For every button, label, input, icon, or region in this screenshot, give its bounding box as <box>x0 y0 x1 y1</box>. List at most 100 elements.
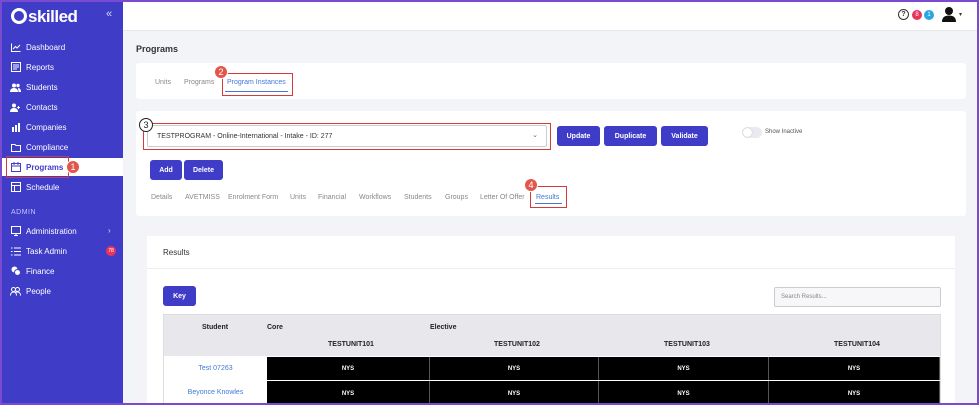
admin-section-label: ADMIN <box>11 209 37 216</box>
users-icon <box>10 82 21 92</box>
sidebar-item-label: Finance <box>26 266 55 276</box>
sidebar-item-students[interactable]: Students <box>0 78 123 96</box>
student-link[interactable]: Beyonce Knowles <box>164 389 267 396</box>
list-icon <box>10 246 21 256</box>
sidebar-item-label: Contacts <box>26 102 58 112</box>
results-table: Student Core Elective TESTUNIT101 TESTUN… <box>163 314 941 405</box>
tab-workflows[interactable]: Workflows <box>359 194 391 201</box>
header-core: Core <box>267 324 283 331</box>
monitor-icon <box>10 226 21 236</box>
tab-avetmiss[interactable]: AVETMISS <box>185 194 220 201</box>
result-cell: NYS <box>267 381 430 405</box>
student-link[interactable]: Test 07263 <box>164 365 267 372</box>
sidebar-item-reports[interactable]: Reports <box>0 58 123 76</box>
sidebar-item-compliance[interactable]: Compliance <box>0 138 123 156</box>
add-button[interactable]: Add <box>150 160 182 180</box>
tab-results[interactable]: Results <box>536 194 559 201</box>
task-admin-count-badge: 78 <box>106 246 116 256</box>
logo[interactable]: skilled <box>11 7 78 27</box>
sidebar-item-label: Dashboard <box>26 42 66 52</box>
show-inactive-label: Show Inactive <box>765 129 803 135</box>
building-icon <box>10 122 21 132</box>
tab-financial[interactable]: Financial <box>318 194 346 201</box>
sidebar-item-label: Compliance <box>26 142 69 152</box>
sidebar-item-label: People <box>26 286 51 296</box>
annotation-number-1: 1 <box>66 160 80 174</box>
result-cell: NYS <box>430 381 599 405</box>
program-instance-select[interactable]: TESTPROGRAM - Online-International - Int… <box>147 125 547 147</box>
tab-students[interactable]: Students <box>404 194 432 201</box>
tab-program-instances[interactable]: Program Instances <box>227 79 286 86</box>
user-avatar-icon[interactable] <box>941 6 957 22</box>
report-icon <box>10 62 21 72</box>
folder-icon <box>10 142 21 152</box>
sidebar: skilled « Dashboard Reports Students Con… <box>0 0 123 405</box>
sidebar-item-label: Administration <box>26 226 77 236</box>
sidebar-item-label: Task Admin <box>26 246 67 256</box>
people-icon <box>10 286 21 296</box>
user-menu-caret-icon[interactable]: ▾ <box>959 11 962 18</box>
divider <box>147 268 955 269</box>
result-cell: NYS <box>599 381 769 405</box>
results-tab-underline <box>535 203 562 204</box>
chart-line-icon <box>10 42 21 52</box>
sidebar-item-label: Programs <box>26 162 64 172</box>
tab-units-content[interactable]: Units <box>290 194 306 201</box>
annotation-number-3: 3 <box>139 118 153 132</box>
logo-e-icon <box>11 8 27 24</box>
delete-button[interactable]: Delete <box>184 160 223 180</box>
sidebar-item-label: Schedule <box>26 182 60 192</box>
header-student: Student <box>202 324 229 331</box>
show-inactive-toggle[interactable] <box>742 127 762 138</box>
search-results-input[interactable]: Search Results... <box>774 287 941 307</box>
header-unit: TESTUNIT101 <box>328 341 374 348</box>
schedule-icon <box>10 182 21 192</box>
duplicate-button[interactable]: Duplicate <box>604 126 657 146</box>
tab-enrolment-form[interactable]: Enrolment Form <box>228 194 278 201</box>
update-button[interactable]: Update <box>557 126 600 146</box>
sidebar-item-companies[interactable]: Companies <box>0 118 123 136</box>
sidebar-item-contacts[interactable]: Contacts <box>0 98 123 116</box>
sidebar-item-label: Students <box>26 82 58 92</box>
help-icon[interactable]: ? <box>898 9 909 20</box>
header-unit: TESTUNIT104 <box>834 341 880 348</box>
sidebar-item-finance[interactable]: Finance <box>0 262 123 280</box>
notification-badge-blue[interactable]: 1 <box>924 10 934 20</box>
header-elective: Elective <box>430 324 457 331</box>
result-cell: NYS <box>599 357 769 380</box>
sidebar-item-programs[interactable]: Programs <box>0 158 123 176</box>
results-title: Results <box>163 248 190 257</box>
sidebar-item-administration[interactable]: Administration <box>0 222 123 240</box>
active-tab-underline <box>225 91 288 92</box>
contacts-icon <box>10 102 21 112</box>
tab-letter-of-offer[interactable]: Letter Of Offer <box>480 194 525 201</box>
validate-button[interactable]: Validate <box>661 126 708 146</box>
sidebar-item-schedule[interactable]: Schedule <box>0 178 123 196</box>
header-unit: TESTUNIT102 <box>494 341 540 348</box>
header-unit: TESTUNIT103 <box>664 341 710 348</box>
result-cell: NYS <box>769 381 940 405</box>
sidebar-item-task-admin[interactable]: Task Admin <box>0 242 123 260</box>
tab-groups[interactable]: Groups <box>445 194 468 201</box>
chevron-down-icon: ⌄ <box>532 132 538 139</box>
tab-details[interactable]: Details <box>151 194 172 201</box>
page-title: Programs <box>136 44 179 54</box>
coins-icon <box>10 266 21 276</box>
tab-units[interactable]: Units <box>155 79 171 86</box>
sidebar-item-dashboard[interactable]: Dashboard <box>0 38 123 56</box>
sidebar-item-people[interactable]: People <box>0 282 123 300</box>
program-instance-selected-value: TESTPROGRAM - Online-International - Int… <box>157 132 333 140</box>
result-cell: NYS <box>430 357 599 380</box>
calendar-icon <box>10 162 21 172</box>
annotation-number-2: 2 <box>214 65 228 79</box>
result-cell: NYS <box>769 357 940 380</box>
collapse-sidebar-icon[interactable]: « <box>106 8 112 20</box>
tab-programs[interactable]: Programs <box>184 79 214 86</box>
table-header <box>164 315 940 356</box>
chevron-right-icon: › <box>108 226 111 235</box>
sidebar-item-label: Reports <box>26 62 55 72</box>
key-button[interactable]: Key <box>163 286 196 306</box>
notification-badge-red[interactable]: 8 <box>912 10 922 20</box>
result-cell: NYS <box>267 357 430 380</box>
topbar: ? 8 1 ▾ <box>123 0 979 31</box>
